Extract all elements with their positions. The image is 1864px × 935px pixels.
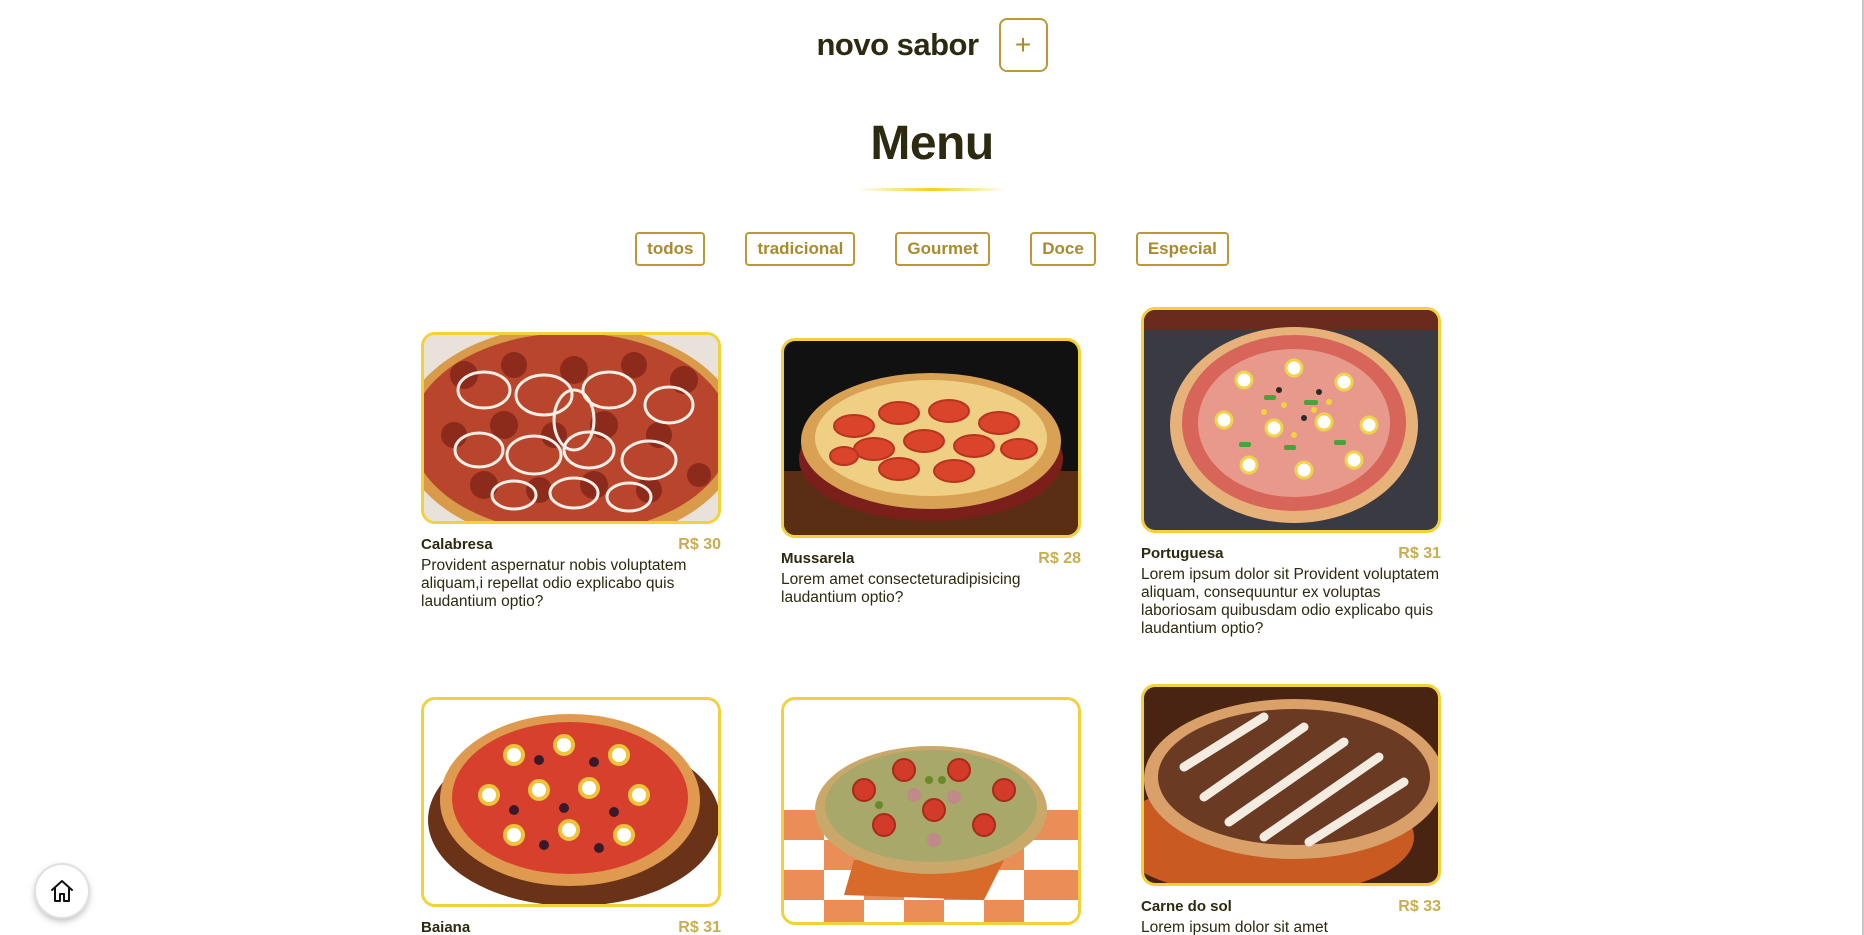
top-bar: novo sabor + (0, 18, 1864, 72)
pizza-image (781, 697, 1081, 925)
filter-gourmet[interactable]: Gourmet (895, 232, 991, 266)
add-flavor-button[interactable]: + (998, 18, 1048, 72)
pizza-price: R$ 30 (678, 536, 721, 553)
pizza-price: R$ 31 (1398, 545, 1441, 562)
new-flavor-title: novo sabor (816, 27, 979, 62)
pizza-card[interactable]: Carne do sol R$ 33 Lorem ipsum dolor sit… (1141, 684, 1441, 935)
pizza-price: R$ 33 (1398, 898, 1441, 915)
page: novo sabor + Menu todos tradicional Gour… (0, 0, 1864, 935)
pizza-card[interactable] (781, 697, 1081, 925)
pizza-name: Mussarela (781, 550, 855, 567)
pizza-price: R$ 31 (678, 919, 721, 935)
filter-todos[interactable]: todos (635, 232, 706, 266)
pizza-card[interactable]: Mussarela R$ 28 Lorem amet consecteturad… (781, 338, 1081, 607)
home-button[interactable] (36, 865, 88, 917)
pizza-image (1141, 684, 1441, 886)
pizza-price: R$ 28 (1038, 550, 1081, 567)
pizza-name: Carne do sol (1141, 898, 1232, 915)
pizza-card[interactable]: Portuguesa R$ 31 Lorem ipsum dolor sit P… (1141, 307, 1441, 638)
filter-tradicional[interactable]: tradicional (745, 232, 856, 266)
filter-especial[interactable]: Especial (1135, 232, 1229, 266)
pizza-description: Provident aspernatur nobis voluptatem al… (421, 557, 687, 610)
filter-bar: todos tradicional Gourmet Doce Especial (0, 232, 1864, 266)
filter-doce[interactable]: Doce (1030, 232, 1096, 266)
pizza-name: Calabresa (421, 536, 493, 553)
menu-heading: Menu (870, 117, 994, 170)
pizza-name: Baiana (421, 919, 471, 935)
pizza-image (1141, 307, 1441, 533)
pizza-card[interactable]: Baiana R$ 31 (421, 697, 721, 935)
pizza-description: Lorem amet consecteturadipisicing laudan… (781, 571, 1021, 606)
pizza-name: Portuguesa (1141, 545, 1224, 562)
home-icon (51, 880, 73, 902)
pizza-image (421, 697, 721, 907)
pizza-description: Lorem ipsum dolor sit amet (1141, 919, 1328, 935)
pizza-description: Lorem ipsum dolor sit Provident voluptat… (1141, 566, 1440, 637)
plus-icon: + (1014, 29, 1032, 60)
pizza-image (421, 332, 721, 524)
pizza-card[interactable]: Calabresa R$ 30 Provident aspernatur nob… (421, 332, 721, 611)
menu-underline (857, 188, 1007, 191)
pizza-image (781, 338, 1081, 538)
